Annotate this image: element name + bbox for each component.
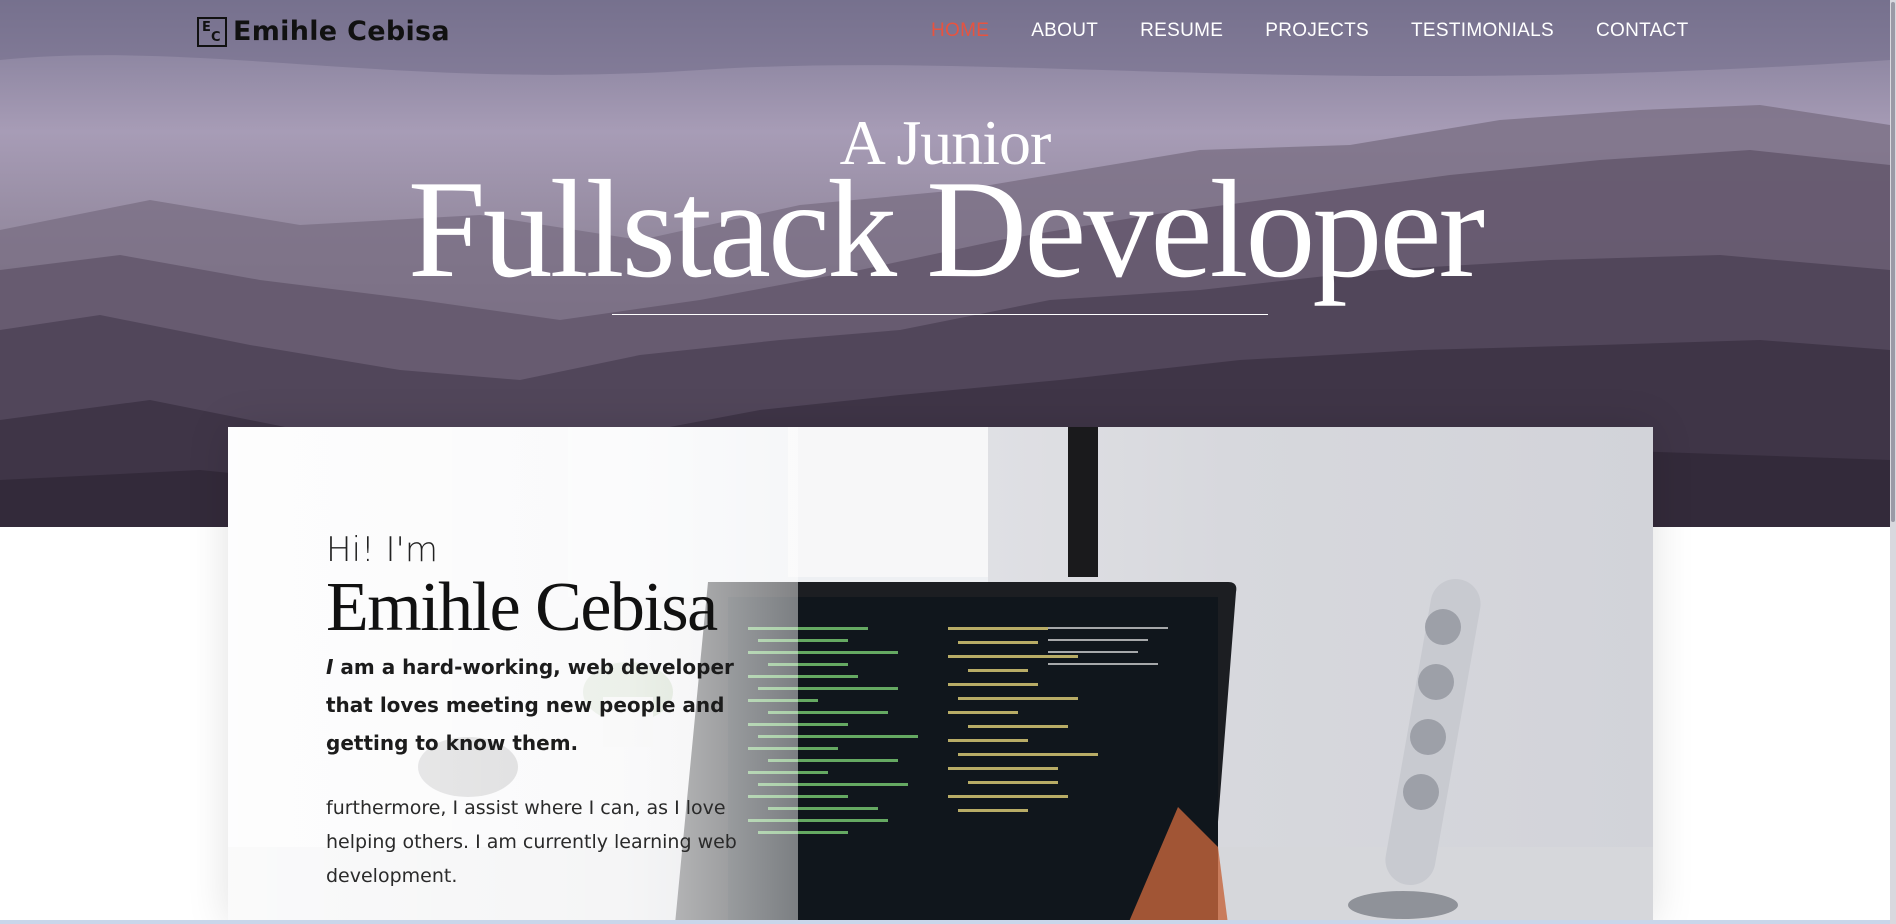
nav-projects[interactable]: PROJECTS xyxy=(1265,20,1369,42)
nav-testimonials[interactable]: TESTIMONIALS xyxy=(1411,20,1554,42)
main-nav: HOME ABOUT RESUME PROJECTS TESTIMONIALS … xyxy=(931,20,1731,42)
page-scrollbar[interactable] xyxy=(1890,0,1896,924)
logo-mark-c: C xyxy=(211,29,221,45)
logo-mark-icon: E C xyxy=(197,16,227,47)
logo-text: Emihle Cebisa xyxy=(233,16,450,47)
nav-about[interactable]: ABOUT xyxy=(1031,20,1098,42)
hero-title: Fullstack Developer xyxy=(407,152,1485,307)
intro-greeting: Hi! I'm xyxy=(326,530,438,570)
viewport-bottom-edge xyxy=(0,920,1890,924)
logo-mark-e: E xyxy=(202,19,211,35)
scrollbar-thumb[interactable] xyxy=(1891,2,1895,522)
intro-body: furthermore, I assist where I can, as I … xyxy=(326,797,737,887)
hero-title-underline xyxy=(612,314,1268,315)
nav-contact[interactable]: CONTACT xyxy=(1596,20,1689,42)
nav-home[interactable]: HOME xyxy=(931,20,989,42)
tagline-text: am a hard-working, web developer that lo… xyxy=(326,655,734,755)
site-logo[interactable]: E C Emihle Cebisa xyxy=(197,16,450,47)
intro-name: Emihle Cebisa xyxy=(326,569,718,646)
intro-tagline: I am a hard-working, web developer that … xyxy=(326,648,786,762)
nav-resume[interactable]: RESUME xyxy=(1140,20,1223,42)
